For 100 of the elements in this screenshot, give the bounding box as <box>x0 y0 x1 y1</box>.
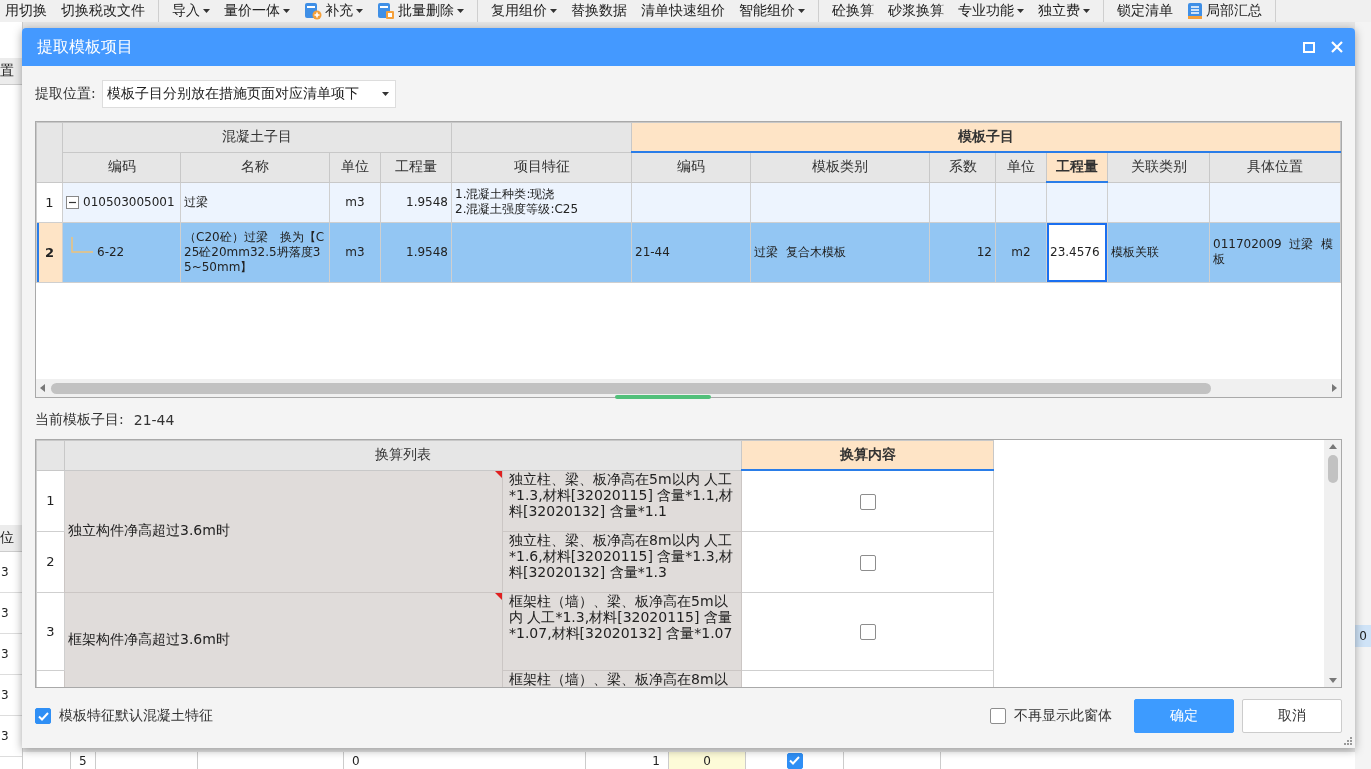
caret-icon <box>1083 9 1090 13</box>
cancel-button[interactable]: 取消 <box>1242 699 1342 733</box>
tree-connector <box>71 237 93 253</box>
row-number: 2 <box>36 531 65 592</box>
table-cell: 独立构件净高超过3.6m时 <box>64 470 503 592</box>
column-header[interactable]: 项目特征 <box>451 152 632 182</box>
table-cell: 过梁 复合木模板 <box>750 222 930 282</box>
table-cell: 12 <box>929 222 996 282</box>
toolbar-button[interactable]: 用切换 <box>0 0 52 22</box>
table-row[interactable]: 2 6-22 （C20砼）过梁 换为【C25砼20mm32.5坍落度35~50mm】 m3 1.9548 21-44 过梁 复合木模板 12 m2 23.4576 模板关联 011702009 过梁 模板 <box>36 222 1341 282</box>
checkbox-label: 不再显示此窗体 <box>1014 707 1112 725</box>
toolbar-button[interactable]: 批量删除 <box>372 0 469 22</box>
toolbar-button[interactable]: 量价一体 <box>219 0 295 22</box>
group-header: 模板子目 <box>631 122 1341 152</box>
column-header: 位 <box>0 525 22 552</box>
toolbar-button[interactable]: 复用组价 <box>486 0 562 22</box>
group-header: 混凝土子目 <box>62 122 452 152</box>
column-header[interactable]: 换算内容 <box>741 440 994 470</box>
field-value: 21-44 <box>133 412 175 428</box>
table-cell: （C20砼）过梁 换为【C25砼20mm32.5坍落度35~50mm】 <box>180 222 330 282</box>
caret-icon <box>550 9 557 13</box>
scroll-left-icon[interactable] <box>40 384 45 392</box>
toolbar-button[interactable]: 清单快速组价 <box>636 0 730 22</box>
caret-icon <box>1017 9 1024 13</box>
table-cell: 独立柱、梁、板净高在5m以内 人工*1.3,材料[32020115] 含量*1.1,材料[32020132] 含量*1.1 <box>502 470 742 531</box>
checkbox[interactable] <box>859 493 876 510</box>
table-cell: 过梁 <box>180 182 330 222</box>
column-header[interactable]: 工程量 <box>380 152 452 182</box>
caret-icon <box>457 9 464 13</box>
toolbar-button[interactable]: 局部汇总 <box>1182 0 1267 22</box>
caret-icon <box>203 9 210 13</box>
column-header[interactable]: 模板类别 <box>750 152 930 182</box>
column-header[interactable]: 名称 <box>180 152 330 182</box>
location-dropdown[interactable]: 模板子目分别放在措施页面对应清单项下 <box>101 80 396 108</box>
scroll-down-icon[interactable] <box>1328 678 1337 683</box>
table-cell: 1.混凝土种类:现浇 2.混凝土强度等级:C25 <box>451 182 632 222</box>
column-header[interactable]: 编码 <box>631 152 751 182</box>
maximize-icon[interactable] <box>1303 41 1315 53</box>
checkbox[interactable] <box>35 708 51 724</box>
table-cell: m2 <box>995 222 1047 282</box>
caret-icon <box>798 9 805 13</box>
table-cell: m3 <box>329 222 381 282</box>
column-header: 置 <box>0 58 22 85</box>
table-cell: 0 <box>1355 625 1371 647</box>
table-cell: m3 <box>329 182 381 222</box>
toolbar-button[interactable]: 导入 <box>167 0 215 22</box>
row-number: 1 <box>36 182 63 222</box>
resize-grip-icon[interactable] <box>1343 736 1352 745</box>
column-header[interactable]: 关联类别 <box>1107 152 1210 182</box>
row-number: 1 <box>36 470 65 531</box>
column-header[interactable]: 单位 <box>995 152 1047 182</box>
list-document-icon <box>1187 2 1203 20</box>
dialog-title: 提取模板项目 <box>37 36 133 58</box>
table-cell: 0 <box>668 752 745 769</box>
close-icon[interactable] <box>1331 41 1343 53</box>
toolbar-button[interactable]: 砼换算 <box>827 0 879 22</box>
toolbar-button[interactable]: 锁定清单 <box>1112 0 1178 22</box>
checkbox[interactable] <box>859 624 876 640</box>
checkbox[interactable] <box>990 708 1006 724</box>
row-number: 3 <box>36 592 65 670</box>
table-cell: 21-44 <box>631 222 751 282</box>
column-header[interactable]: 具体位置 <box>1209 152 1341 182</box>
caret-icon <box>283 9 290 13</box>
column-header[interactable]: 工程量 <box>1046 152 1108 182</box>
scrollbar-thumb[interactable] <box>1327 455 1338 483</box>
scrollbar-thumb[interactable] <box>51 382 1211 394</box>
caret-icon <box>356 9 363 13</box>
toolbar-button[interactable]: 智能组价 <box>734 0 810 22</box>
scroll-right-icon[interactable] <box>1332 384 1337 392</box>
checkbox-label: 模板特征默认混凝土特征 <box>59 707 213 725</box>
checkbox[interactable] <box>859 554 876 571</box>
table-cell: 1.9548 <box>380 222 452 282</box>
splitter-handle[interactable] <box>615 395 711 399</box>
field-label: 提取位置: <box>35 85 96 103</box>
table-cell: 框架柱（墙）、梁、板净高在5m以内 人工*1.3,材料[32020115] 含量*1.07,材料[32020132] 含量*1.07 <box>502 592 742 670</box>
document-delete-icon <box>377 2 395 20</box>
vertical-scrollbar[interactable] <box>1324 440 1341 687</box>
horizontal-scrollbar[interactable] <box>36 379 1341 397</box>
document-add-icon <box>304 2 322 20</box>
column-header[interactable]: 系数 <box>929 152 996 182</box>
table-cell: 框架构件净高超过3.6m时 <box>64 592 503 687</box>
column-header[interactable]: 编码 <box>62 152 181 182</box>
caret-icon <box>381 92 389 96</box>
table-cell: 010503005001 <box>83 194 175 210</box>
toolbar-button[interactable]: 补充 <box>299 0 368 22</box>
tree-toggle[interactable] <box>66 195 79 209</box>
checkbox[interactable] <box>786 752 803 769</box>
toolbar-button[interactable]: 替换数据 <box>566 0 632 22</box>
toolbar-button[interactable]: 独立费 <box>1033 0 1095 22</box>
table-cell: 独立柱、梁、板净高在8m以内 人工*1.6,材料[32020115] 含量*1.3,材料[32020132] 含量*1.3 <box>502 531 742 592</box>
table-cell: 6-22 <box>97 244 125 260</box>
cell-editor[interactable]: 23.4576 <box>1046 222 1108 282</box>
field-label: 当前模板子目: <box>35 411 124 429</box>
column-header[interactable]: 单位 <box>329 152 381 182</box>
column-header[interactable]: 换算列表 <box>64 440 742 470</box>
table-cell: 011702009 过梁 模板 <box>1209 222 1341 282</box>
toolbar-button[interactable]: 砂浆换算 <box>883 0 949 22</box>
toolbar-button[interactable]: 专业功能 <box>953 0 1029 22</box>
scroll-up-icon[interactable] <box>1328 444 1337 449</box>
toolbar-button[interactable]: 切换税改文件 <box>56 0 150 22</box>
